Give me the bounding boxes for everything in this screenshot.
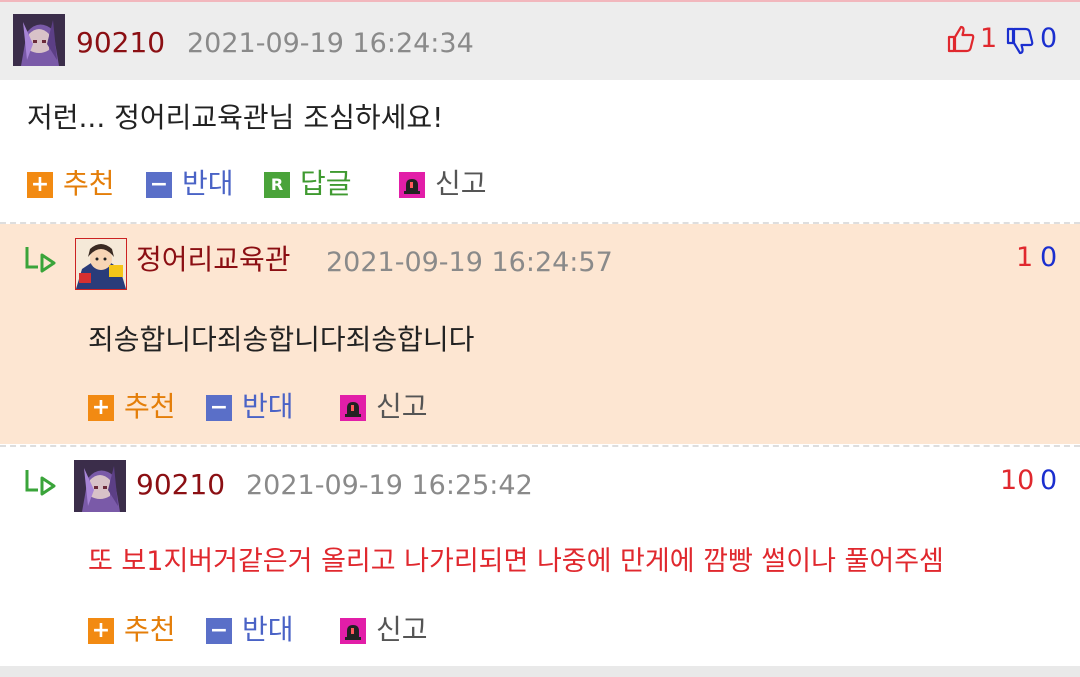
recommend-button[interactable]: + 추천 [88, 390, 188, 424]
minus-icon: − [206, 395, 232, 421]
upvote-count: 10 [1000, 465, 1035, 496]
downvote-count: 0 [1040, 23, 1058, 54]
plus-icon: + [88, 395, 114, 421]
avatar[interactable] [13, 14, 65, 66]
siren-icon [340, 395, 366, 421]
siren-icon [399, 172, 425, 198]
siren-icon [340, 618, 366, 644]
comment-text: 죄송합니다죄송합니다죄송합니다 [88, 323, 475, 356]
nickname[interactable]: 90210 [136, 471, 225, 499]
minus-icon: − [146, 172, 172, 198]
recommend-button[interactable]: + 추천 [88, 613, 188, 647]
comment-date: 2021-09-19 16:24:34 [187, 28, 474, 59]
reply-button[interactable]: R 답글 [264, 167, 364, 201]
reply-r-icon: R [264, 172, 290, 198]
oppose-button[interactable]: − 반대 [206, 390, 306, 424]
avatar[interactable] [75, 238, 127, 290]
comment-text: 저런... 정어리교육관님 조심하세요! [27, 101, 444, 134]
comment-actions: + 추천 − 반대 신고 [88, 613, 508, 647]
oppose-button[interactable]: − 반대 [206, 613, 306, 647]
comment-actions: + 추천 − 반대 R 답글 신고 [27, 167, 527, 201]
report-button[interactable]: 신고 [340, 390, 440, 424]
recommend-button[interactable]: + 추천 [27, 167, 127, 201]
nickname[interactable]: 정어리교육관 [136, 246, 291, 274]
comment-text: 또 보1지버거같은거 올리고 나가리되면 나중에 만게에 깜빵 썰이나 풀어주셈 [88, 546, 944, 577]
downvote-count: 0 [1040, 465, 1058, 496]
thumbs-up-icon[interactable] [946, 24, 980, 56]
comment-date: 2021-09-19 16:24:57 [326, 247, 613, 278]
comment-actions: + 추천 − 반대 신고 [88, 390, 508, 424]
comment-header: 90210 2021-09-19 16:24:34 1 0 [0, 2, 1080, 80]
report-button[interactable]: 신고 [340, 613, 440, 647]
avatar[interactable] [74, 460, 126, 512]
downvote-count: 0 [1040, 242, 1058, 273]
plus-icon: + [27, 172, 53, 198]
report-button[interactable]: 신고 [399, 167, 499, 201]
bottom-divider [0, 666, 1080, 677]
comment-date: 2021-09-19 16:25:42 [246, 470, 533, 501]
upvote-count: 1 [1016, 242, 1034, 273]
upvote-count: 1 [980, 23, 998, 54]
thumbs-down-icon[interactable] [1005, 26, 1039, 58]
plus-icon: + [88, 618, 114, 644]
oppose-button[interactable]: − 반대 [146, 167, 246, 201]
reply-arrow-icon [24, 468, 58, 498]
nickname[interactable]: 90210 [76, 29, 165, 57]
divider [0, 445, 1080, 447]
reply-arrow-icon [24, 245, 58, 275]
minus-icon: − [206, 618, 232, 644]
